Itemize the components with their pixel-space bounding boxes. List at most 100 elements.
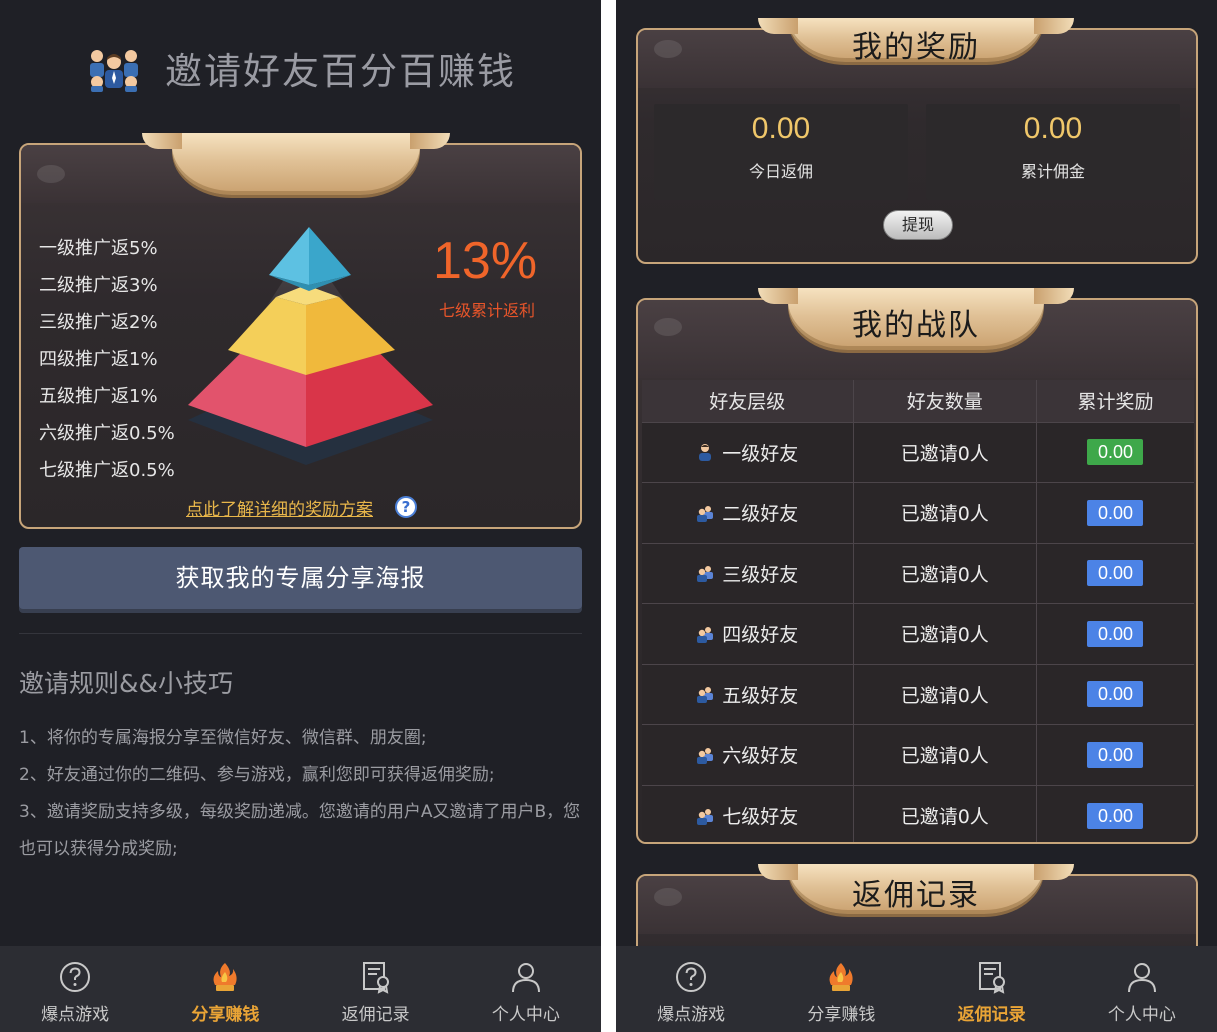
rule-item: 1、将你的专属海报分享至微信好友、微信群、朋友圈; (19, 728, 427, 748)
team-row: 一级好友 已邀请0人 0.00 (642, 421, 1194, 483)
question-circle-icon (676, 962, 707, 992)
friend-count-cell: 已邀请0人 (853, 784, 1037, 842)
team-table: 好友层级 好友数量 累计奖励 一级好友 已邀请0人 0.00 二级好友 已邀请0人 0.0… (642, 380, 1194, 842)
friend-level-cell: 四级好友 (642, 603, 854, 664)
reward-badge: 0.00 (1087, 802, 1144, 829)
friend-count-cell: 已邀请0人 (853, 663, 1037, 725)
friend-level-label: 六级好友 (722, 745, 799, 768)
user-group-icon (697, 808, 714, 825)
header-reward: 累计奖励 (1036, 380, 1194, 422)
friend-level-label: 一级好友 (722, 442, 799, 465)
friend-level-label: 二级好友 (722, 503, 799, 526)
friend-reward-cell: 0.00 (1036, 663, 1194, 725)
team-banner-tab: 我的战队 (758, 288, 1074, 350)
header-level: 好友层级 (642, 380, 854, 422)
my-rewards-screen: 0.00 今日返佣 0.00 累计佣金 提现 我的奖励 好友层级 好友数量 累计… (616, 0, 1217, 1032)
nav-share-earn[interactable]: 分享赚钱 (766, 946, 916, 1032)
team-row: 二级好友 已邀请0人 0.00 (642, 482, 1194, 543)
withdraw-button[interactable]: 提现 (883, 210, 953, 240)
level-list: 一级推广返5% 二级推广返3% 三级推广返2% 四级推广返1% 五级推广返1% … (39, 237, 175, 496)
stats-row: 0.00 今日返佣 0.00 累计佣金 (654, 104, 1180, 200)
user-group-icon (697, 626, 714, 643)
person-icon (511, 963, 540, 993)
friend-level-label: 三级好友 (722, 563, 799, 586)
nav-label: 爆点游戏 (41, 1005, 110, 1025)
user-group-icon (697, 505, 714, 522)
certificate-icon (978, 962, 1005, 994)
friend-level-cell: 二级好友 (642, 482, 854, 543)
friend-level-cell: 三级好友 (642, 542, 854, 604)
level-item: 一级推广返5% (39, 238, 158, 259)
nav-label: 返佣记录 (957, 1005, 1026, 1025)
team-row: 四级好友 已邀请0人 0.00 (642, 603, 1194, 664)
friend-reward-cell: 0.00 (1036, 784, 1194, 842)
reward-title: 我的奖励 (852, 30, 980, 65)
nav-label: 返佣记录 (341, 1005, 410, 1025)
nav-personal-center[interactable]: 个人中心 (451, 946, 601, 1032)
reward-badge: 0.00 (1087, 560, 1144, 587)
nav-label: 个人中心 (491, 1005, 560, 1025)
friend-level-cell: 六级好友 (642, 724, 854, 785)
nav-label: 爆点游戏 (657, 1005, 726, 1025)
friend-reward-cell: 0.00 (1036, 724, 1194, 785)
get-poster-button[interactable]: 获取我的专属分享海报 (19, 547, 582, 609)
friend-count-cell: 已邀请0人 (853, 421, 1037, 483)
page-title: 邀请好友百分百赚钱 (165, 50, 516, 93)
user-group-icon (697, 566, 714, 583)
rule-item: 2、好友通过你的二维码、参与游戏，赢利您即可获得返佣奖励; (19, 765, 495, 785)
friend-reward-cell: 0.00 (1036, 482, 1194, 543)
nav-label: 分享赚钱 (191, 1005, 260, 1025)
nav-personal-center[interactable]: 个人中心 (1067, 946, 1217, 1032)
level-item: 四级推广返1% (39, 349, 158, 370)
level-item: 五级推广返1% (39, 386, 158, 407)
friend-reward-cell: 0.00 (1036, 603, 1194, 664)
nav-share-earn[interactable]: 分享赚钱 (150, 946, 300, 1032)
bottom-nav: 爆点游戏 分享赚钱 返佣记录 个人中心 (0, 946, 601, 1032)
friend-level-label: 五级好友 (722, 684, 799, 707)
nav-label: 个人中心 (1107, 1005, 1176, 1025)
user-group-icon (697, 747, 714, 764)
reward-badge: 0.00 (1087, 439, 1144, 466)
user-icon (699, 444, 712, 462)
level-item: 三级推广返2% (39, 312, 158, 333)
total-commission-value: 0.00 (1023, 112, 1083, 145)
reward-badge: 0.00 (1087, 741, 1144, 768)
question-circle-icon (60, 962, 91, 992)
today-commission-value: 0.00 (751, 112, 811, 145)
header-count: 好友数量 (853, 380, 1037, 422)
flame-icon (213, 963, 237, 991)
reward-detail-link[interactable]: 点此了解详细的奖励方案 (186, 495, 373, 520)
friend-count-cell: 已邀请0人 (853, 603, 1037, 664)
rule-item: 3、邀请奖励支持多级，每级奖励递减。您邀请的用户A又邀请了用户B，您也可以获得分… (19, 802, 581, 859)
level-item: 六级推广返0.5% (39, 423, 175, 444)
team-row: 六级好友 已邀请0人 0.00 (642, 724, 1194, 785)
total-commission-box: 0.00 累计佣金 (926, 104, 1180, 200)
level-item: 七级推广返0.5% (39, 460, 175, 481)
team-row: 五级好友 已邀请0人 0.00 (642, 663, 1194, 725)
nav-commission-records[interactable]: 返佣记录 (917, 946, 1067, 1032)
friend-count-cell: 已邀请0人 (853, 724, 1037, 785)
help-icon[interactable]: ? (395, 496, 417, 518)
friend-level-cell: 七级好友 (642, 784, 854, 842)
divider (19, 633, 582, 634)
nav-hot-games[interactable]: 爆点游戏 (0, 946, 150, 1032)
nav-label: 分享赚钱 (807, 1005, 876, 1025)
rules-title: 邀请规则&&小技巧 (19, 669, 233, 698)
friend-level-label: 四级好友 (722, 624, 799, 647)
team-row: 七级好友 已邀请0人 0.00 (642, 784, 1194, 842)
team-card: 好友层级 好友数量 累计奖励 一级好友 已邀请0人 0.00 二级好友 已邀请0人 0.0… (636, 298, 1198, 844)
total-rate-label: 七级累计返利 (439, 301, 536, 320)
today-commission-box: 0.00 今日返佣 (654, 104, 908, 200)
friend-count-cell: 已邀请0人 (853, 482, 1037, 543)
total-commission-label: 累计佣金 (1020, 162, 1085, 181)
records-banner-tab: 返佣记录 (758, 864, 1074, 914)
level-item: 二级推广返3% (39, 275, 158, 296)
team-title: 我的战队 (852, 308, 980, 343)
friend-level-cell: 一级好友 (642, 421, 854, 483)
reward-badge: 0.00 (1087, 681, 1144, 708)
nav-commission-records[interactable]: 返佣记录 (301, 946, 451, 1032)
nav-hot-games[interactable]: 爆点游戏 (616, 946, 766, 1032)
share-earn-screen: 邀请好友百分百赚钱 一级推广返5% 二级推广返3% 三级推广返2% 四级推广返1… (0, 0, 601, 1032)
records-title: 返佣记录 (852, 878, 980, 913)
page-header: 邀请好友百分百赚钱 (0, 38, 601, 98)
